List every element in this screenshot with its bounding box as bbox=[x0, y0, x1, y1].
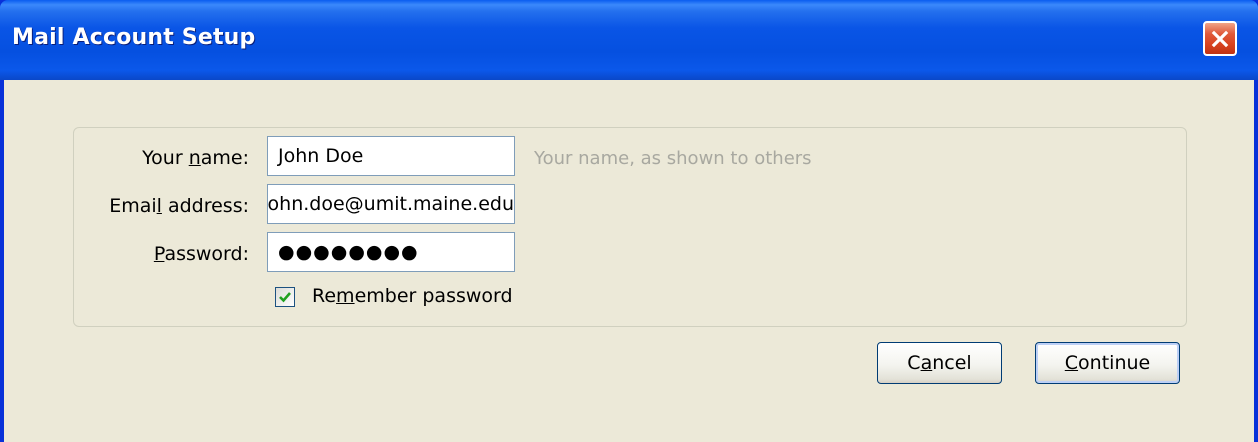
close-button[interactable] bbox=[1203, 21, 1237, 56]
name-hint: Your name, as shown to others bbox=[534, 148, 812, 169]
password-input[interactable]: ●●●●●●●● bbox=[267, 232, 515, 272]
remember-password-label[interactable]: Remember password bbox=[312, 285, 513, 307]
email-label: Email address: bbox=[109, 195, 249, 217]
cancel-button[interactable]: Ca ncel bbox=[877, 342, 1002, 384]
continue-button[interactable]: Continue bbox=[1035, 342, 1180, 384]
mail-account-setup-window: Mail Account Setup Your name: John Doe Y… bbox=[0, 0, 1258, 442]
title-bar[interactable]: Mail Account Setup bbox=[0, 0, 1258, 80]
password-label: Password: bbox=[153, 243, 249, 265]
checkmark-icon bbox=[279, 292, 291, 303]
close-x-icon bbox=[1211, 30, 1229, 47]
name-input[interactable]: John Doe bbox=[267, 136, 515, 176]
dialog-body: Your name: John Doe Your name, as shown … bbox=[4, 80, 1254, 442]
remember-password-checkbox[interactable] bbox=[275, 287, 295, 307]
window-title: Mail Account Setup bbox=[12, 25, 256, 50]
email-input[interactable]: john.doe@umit.maine.edu bbox=[267, 184, 515, 224]
name-label: Your name: bbox=[142, 147, 249, 169]
